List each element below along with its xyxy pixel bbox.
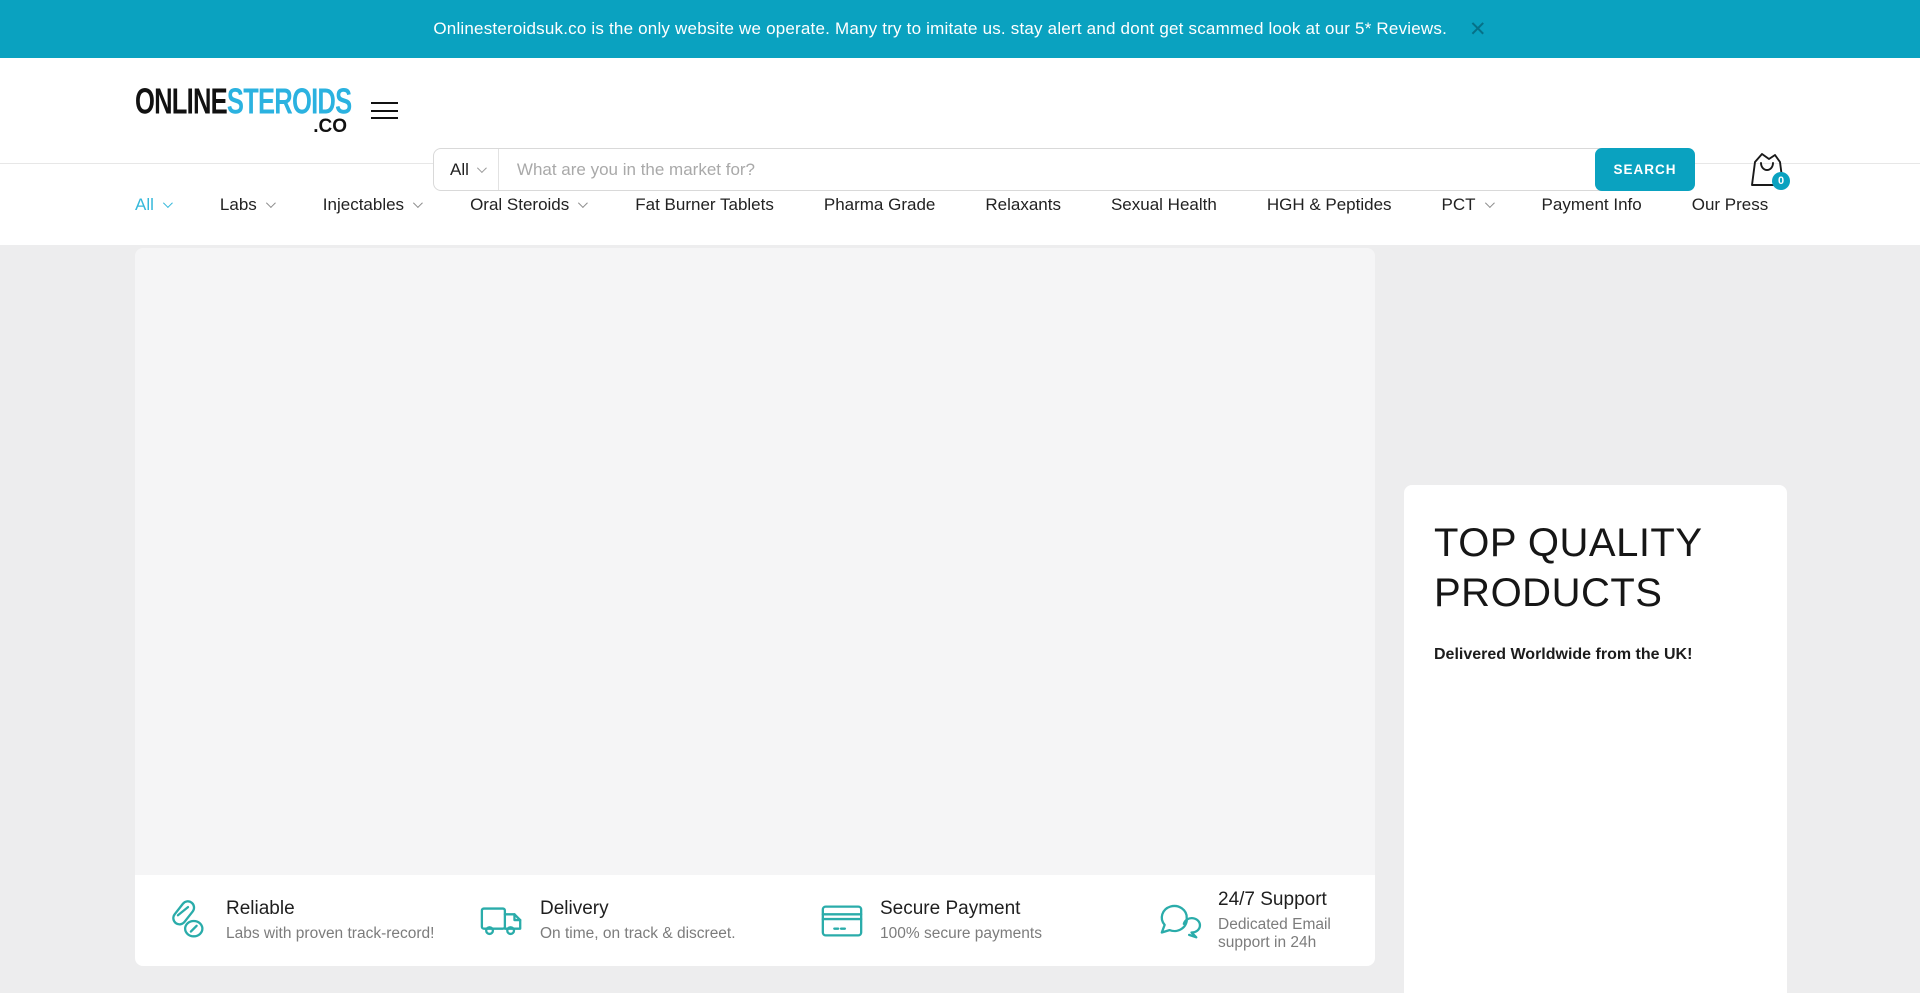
nav-item-our-press[interactable]: Our Press xyxy=(1692,195,1769,215)
cart-count-badge: 0 xyxy=(1772,172,1790,190)
close-icon[interactable]: ✕ xyxy=(1469,19,1487,40)
nav-item-hgh-peptides[interactable]: HGH & Peptides xyxy=(1267,195,1392,215)
features-bar: Reliable Labs with proven track-record! … xyxy=(135,875,1375,966)
nav-item-injectables[interactable]: Injectables xyxy=(323,195,420,215)
announcement-text: Onlinesteroidsuk.co is the only website … xyxy=(433,19,1447,39)
chevron-down-icon xyxy=(413,198,423,208)
truck-icon xyxy=(479,898,525,944)
chevron-down-icon xyxy=(578,198,588,208)
search-button[interactable]: SEARCH xyxy=(1595,148,1695,191)
promo-subtitle: Delivered Worldwide from the UK! xyxy=(1434,646,1757,664)
feature-reliable: Reliable Labs with proven track-record! xyxy=(135,898,445,944)
feature-support: 24/7 Support Dedicated Email support in … xyxy=(1094,889,1375,952)
nav-list: All Labs Injectables Oral Steroids Fat B… xyxy=(135,195,1768,215)
chevron-down-icon xyxy=(477,163,487,173)
hero-section: TOP QUALITY PRODUCTS Delivered Worldwide… xyxy=(0,245,1920,993)
feature-secure-payment: Secure Payment 100% secure payments xyxy=(770,898,1094,944)
chevron-down-icon xyxy=(1485,198,1495,208)
nav-item-relaxants[interactable]: Relaxants xyxy=(985,195,1061,215)
search-category-value: All xyxy=(450,160,469,180)
nav-item-fat-burner-tablets[interactable]: Fat Burner Tablets xyxy=(635,195,774,215)
promo-panel: TOP QUALITY PRODUCTS Delivered Worldwide… xyxy=(1404,485,1787,993)
nav-item-sexual-health[interactable]: Sexual Health xyxy=(1111,195,1217,215)
hero-image-placeholder xyxy=(135,248,1375,875)
nav-item-labs[interactable]: Labs xyxy=(220,195,273,215)
feature-delivery: Delivery On time, on track & discreet. xyxy=(445,898,770,944)
hamburger-menu-icon[interactable] xyxy=(371,102,398,119)
cart-button[interactable]: 0 xyxy=(1749,150,1785,188)
site-header: ONLINESTEROIDS .CO All SEARCH 0 xyxy=(0,58,1920,163)
promo-title: TOP QUALITY PRODUCTS xyxy=(1434,518,1704,618)
credit-card-icon xyxy=(819,898,865,944)
nav-item-all[interactable]: All xyxy=(135,195,170,215)
nav-item-pct[interactable]: PCT xyxy=(1442,195,1492,215)
announcement-banner: Onlinesteroidsuk.co is the only website … xyxy=(0,0,1920,58)
search-category-dropdown[interactable]: All xyxy=(434,149,499,190)
nav-item-pharma-grade[interactable]: Pharma Grade xyxy=(824,195,936,215)
logo-text: ONLINESTEROIDS xyxy=(135,81,305,122)
pills-icon xyxy=(165,898,211,944)
chat-icon xyxy=(1157,898,1203,944)
chevron-down-icon xyxy=(163,198,173,208)
chevron-down-icon xyxy=(266,198,276,208)
nav-item-oral-steroids[interactable]: Oral Steroids xyxy=(470,195,585,215)
nav-item-payment-info[interactable]: Payment Info xyxy=(1542,195,1642,215)
site-logo[interactable]: ONLINESTEROIDS .CO xyxy=(135,83,347,138)
search-bar: All SEARCH xyxy=(433,148,1695,191)
search-input[interactable] xyxy=(499,160,1595,180)
